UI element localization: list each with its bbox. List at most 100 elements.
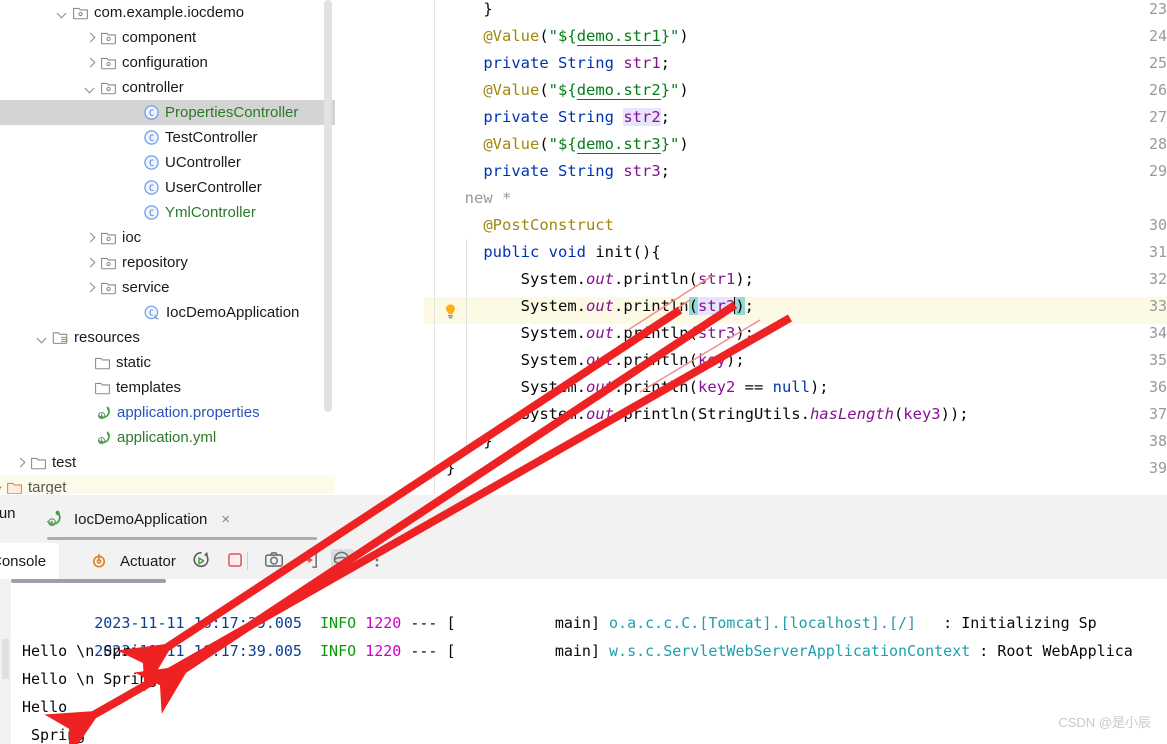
- editor-gutter[interactable]: [336, 0, 424, 494]
- log-dashes: ---: [410, 642, 438, 660]
- code-line-25[interactable]: private String str1;: [446, 50, 670, 77]
- tree-item-usercontroller[interactable]: C UserController: [0, 175, 335, 200]
- csdn-watermark: CSDN @是小辰: [1058, 715, 1151, 730]
- console-fold-marker[interactable]: [2, 639, 9, 679]
- code-line-35[interactable]: System.out.println(key);: [446, 347, 745, 374]
- svg-text:C: C: [149, 209, 154, 219]
- tree-item-ioc[interactable]: ioc: [0, 225, 335, 250]
- ide-window: com.example.iocdemo component configuratio…: [0, 0, 1167, 744]
- project-tree-scrollbar[interactable]: [324, 0, 332, 412]
- tree-item-label: test: [52, 454, 77, 471]
- chevron-right-icon[interactable]: [0, 481, 3, 494]
- tree-item-repository[interactable]: repository: [0, 250, 335, 275]
- tree-item-label: static: [116, 354, 152, 371]
- code-line-28[interactable]: @Value("${demo.str3}"): [446, 131, 689, 158]
- tree-item-static[interactable]: static: [0, 350, 335, 375]
- chevron-right-icon[interactable]: [84, 256, 97, 269]
- code-line-31[interactable]: public void init(){: [446, 239, 660, 266]
- tree-item-ucontroller[interactable]: C UController: [0, 150, 335, 175]
- code-line-27[interactable]: private String str2;: [446, 104, 670, 131]
- tab-actuator[interactable]: Actuator: [84, 543, 182, 579]
- line-number: 31: [1148, 243, 1167, 261]
- run-tab-iocdemoapplication[interactable]: IocDemoApplication ×: [36, 500, 238, 538]
- stop-button[interactable]: [224, 549, 248, 573]
- spring-config-icon: [94, 429, 112, 447]
- line-number: 29: [1148, 162, 1167, 180]
- folder-icon: [94, 354, 111, 371]
- export-icon[interactable]: [298, 549, 322, 573]
- actuator-icon: [90, 552, 108, 570]
- tree-item-iocdemoapplication[interactable]: C IocDemoApplication: [0, 300, 335, 325]
- console-stdout-line: Hello \n Spring: [22, 642, 158, 660]
- tree-item-label: target: [28, 479, 67, 494]
- code-line-32[interactable]: System.out.println(str1);: [446, 266, 754, 293]
- chevron-down-icon[interactable]: [84, 81, 97, 94]
- chevron-down-icon[interactable]: [56, 6, 69, 19]
- close-icon[interactable]: ×: [221, 512, 230, 527]
- tree-item-application-yml[interactable]: application.yml: [0, 425, 335, 450]
- more-options-icon[interactable]: [366, 549, 390, 573]
- package-icon: [100, 79, 117, 96]
- log-level: INFO: [320, 642, 357, 660]
- code-line-30[interactable]: @PostConstruct: [446, 212, 614, 239]
- tree-item-configuration[interactable]: configuration: [0, 50, 335, 75]
- folder-icon: [94, 379, 111, 396]
- log-separator: :: [979, 642, 989, 660]
- tree-item-test[interactable]: test: [0, 450, 335, 475]
- java-class-icon: C: [143, 204, 160, 221]
- tab-console-label: Console: [0, 552, 47, 570]
- code-line-38[interactable]: }: [446, 428, 492, 455]
- tree-item-testcontroller[interactable]: C TestController: [0, 125, 335, 150]
- spring-boot-run-icon: [44, 510, 62, 528]
- code-line-29[interactable]: private String str3;: [446, 158, 670, 185]
- run-tool-window-title: Run: [0, 505, 16, 522]
- rerun-button[interactable]: [190, 549, 214, 573]
- thread-dump-icon[interactable]: [331, 549, 355, 573]
- chevron-right-icon[interactable]: [84, 56, 97, 69]
- tree-item-templates[interactable]: templates: [0, 375, 335, 400]
- chevron-down-icon[interactable]: [36, 331, 49, 344]
- project-tree-panel[interactable]: com.example.iocdemo component configuratio…: [0, 0, 335, 494]
- tree-item-com-example-iocdemo[interactable]: com.example.iocdemo: [0, 0, 335, 25]
- line-number: 27: [1148, 108, 1167, 126]
- tree-item-controller[interactable]: controller: [0, 75, 335, 100]
- tree-item-label: configuration: [122, 54, 208, 71]
- code-line-33[interactable]: System.out.println(str2);: [446, 293, 754, 320]
- console-log-line: 2023-11-11 16:17:39.005 INFO 1220 --- [ …: [22, 581, 1096, 632]
- tree-item-propertiescontroller[interactable]: C PropertiesController: [0, 100, 335, 125]
- tree-item-label: YmlController: [165, 204, 256, 221]
- code-line-26[interactable]: @Value("${demo.str2}"): [446, 77, 689, 104]
- chevron-right-icon[interactable]: [84, 231, 97, 244]
- tree-item-application-properties[interactable]: application.properties: [0, 400, 335, 425]
- run-tab-active-underline: [47, 537, 317, 540]
- chevron-right-icon[interactable]: [84, 281, 97, 294]
- chevron-right-icon[interactable]: [84, 31, 97, 44]
- code-line-39[interactable]: }: [446, 455, 455, 482]
- tree-item-label: repository: [122, 254, 188, 271]
- code-editor[interactable]: 23 24 25 26 27 28 29 30 31 32 33 34 35 3…: [336, 0, 1167, 494]
- code-line-23[interactable]: }: [446, 0, 492, 23]
- tree-item-service[interactable]: service: [0, 275, 335, 300]
- tree-item-component[interactable]: component: [0, 25, 335, 50]
- code-line-37[interactable]: System.out.println(StringUtils.hasLength…: [446, 401, 969, 428]
- tree-item-ymlcontroller[interactable]: C YmlController: [0, 200, 335, 225]
- tree-item-resources[interactable]: resources: [0, 325, 335, 350]
- code-line-34[interactable]: System.out.println(str3);: [446, 320, 754, 347]
- tab-actuator-label: Actuator: [120, 552, 176, 570]
- camera-icon[interactable]: [263, 549, 287, 573]
- chevron-right-icon[interactable]: [14, 456, 27, 469]
- tree-item-target[interactable]: target: [0, 475, 335, 494]
- code-line-36[interactable]: System.out.println(key2 == null);: [446, 374, 829, 401]
- console-output[interactable]: 2023-11-11 16:17:39.005 INFO 1220 --- [ …: [0, 579, 1167, 744]
- code-line-24[interactable]: @Value("${demo.str1}"): [446, 23, 689, 50]
- tab-console[interactable]: Console: [0, 543, 60, 579]
- java-class-icon: C: [143, 129, 160, 146]
- excluded-folder-icon: [6, 479, 23, 494]
- line-number: 35: [1148, 351, 1167, 369]
